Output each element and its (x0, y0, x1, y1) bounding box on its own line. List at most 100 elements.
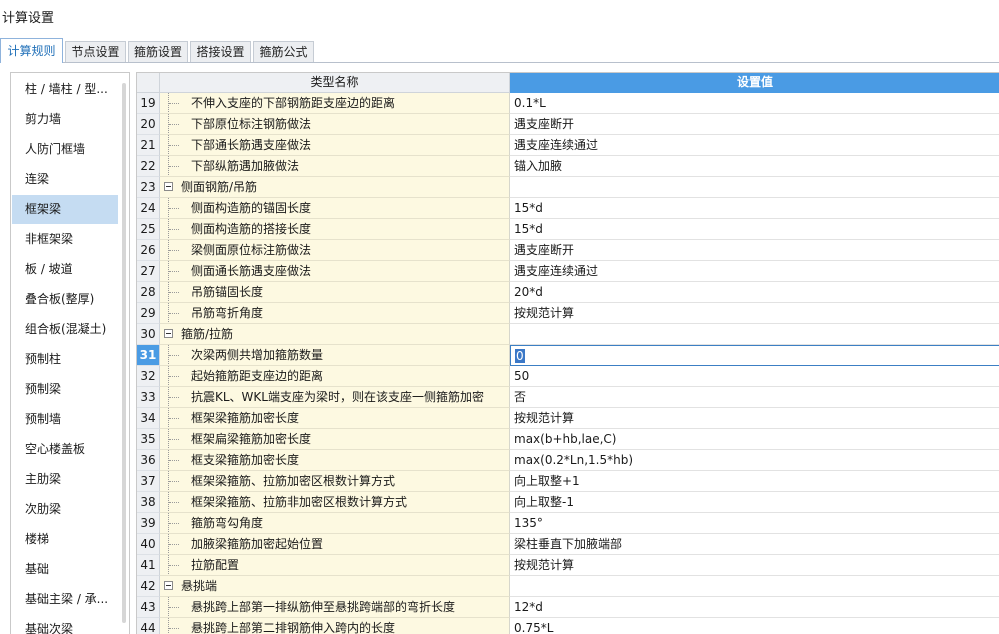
table-row[interactable]: 19 不伸入支座的下部钢筋距支座边的距离 0.1*L (137, 93, 999, 114)
table-row[interactable]: 26 梁侧面原位标注筋做法 遇支座断开 (137, 240, 999, 261)
nav-item-coupling-beam[interactable]: 连梁 (12, 165, 118, 194)
tab-calc-rules[interactable]: 计算规则 (0, 38, 63, 63)
row-setting-value[interactable]: 0.75*L (510, 618, 999, 634)
row-setting-value[interactable]: max(0.2*Ln,1.5*hb) (510, 450, 999, 471)
tree-line (168, 261, 179, 281)
row-setting-value[interactable]: 20*d (510, 282, 999, 303)
tab-lap-settings[interactable]: 搭接设置 (190, 41, 251, 62)
row-name-text: 侧面构造筋的锚固长度 (191, 201, 312, 215)
nav-item-slab-ramp[interactable]: 板 / 坡道 (12, 255, 118, 284)
tab-stirrup-formula[interactable]: 箍筋公式 (253, 41, 314, 62)
table-row[interactable]: 24 侧面构造筋的锚固长度 15*d (137, 198, 999, 219)
table-row[interactable]: 37 框架梁箍筋、拉筋加密区根数计算方式 向上取整+1 (137, 471, 999, 492)
row-name-text: 框架梁箍筋加密长度 (191, 411, 300, 425)
nav-item-precast-wall[interactable]: 预制墙 (12, 405, 118, 434)
row-setting-value[interactable]: 0.1*L (510, 93, 999, 114)
nav-item-column[interactable]: 柱 / 墙柱 / 型... (12, 75, 118, 104)
table-row[interactable]: 43 悬挑跨上部第一排纵筋伸至悬挑跨端部的弯折长度 12*d (137, 597, 999, 618)
nav-item-precast-column[interactable]: 预制柱 (12, 345, 118, 374)
table-row[interactable]: 22 下部纵筋遇加腋做法 锚入加腋 (137, 156, 999, 177)
collapse-icon[interactable] (164, 182, 173, 191)
component-type-list[interactable]: 柱 / 墙柱 / 型... 剪力墙 人防门框墙 连梁 框架梁 非框架梁 板 / … (10, 72, 130, 634)
row-setting-value[interactable]: 135° (510, 513, 999, 534)
table-row[interactable]: 28 吊筋锚固长度 20*d (137, 282, 999, 303)
table-row[interactable]: 41 拉筋配置 按规范计算 (137, 555, 999, 576)
row-setting-value[interactable]: 15*d (510, 219, 999, 240)
group-row[interactable]: 30 箍筋/拉筋 (137, 324, 999, 345)
list-scrollbar[interactable] (122, 83, 126, 623)
row-setting-value[interactable]: 12*d (510, 597, 999, 618)
group-row[interactable]: 42 悬挑端 (137, 576, 999, 597)
row-setting-value[interactable]: 梁柱垂直下加腋端部 (510, 534, 999, 555)
nav-item-frame-beam[interactable]: 框架梁 (12, 195, 118, 224)
table-row-selected[interactable]: 31 次梁两侧共增加箍筋数量 0 (137, 345, 999, 366)
row-number: 25 (137, 219, 160, 240)
row-name-text: 下部纵筋遇加腋做法 (191, 159, 300, 173)
row-setting-value[interactable]: 向上取整-1 (510, 492, 999, 513)
table-row[interactable]: 39 箍筋弯勾角度 135° (137, 513, 999, 534)
row-type-name: 吊筋锚固长度 (160, 282, 510, 303)
row-number: 42 (137, 576, 160, 597)
selected-value-text[interactable]: 0 (515, 349, 525, 363)
table-row[interactable]: 29 吊筋弯折角度 按规范计算 (137, 303, 999, 324)
row-setting-value[interactable]: 否 (510, 387, 999, 408)
row-number: 23 (137, 177, 160, 198)
nav-item-non-frame-beam[interactable]: 非框架梁 (12, 225, 118, 254)
table-row[interactable]: 40 加腋梁箍筋加密起始位置 梁柱垂直下加腋端部 (137, 534, 999, 555)
nav-item-stair[interactable]: 楼梯 (12, 525, 118, 554)
row-setting-value[interactable]: 15*d (510, 198, 999, 219)
nav-item-combined-slab[interactable]: 组合板(混凝土) (12, 315, 118, 344)
nav-item-shear-wall[interactable]: 剪力墙 (12, 105, 118, 134)
nav-item-main-rib-beam[interactable]: 主肋梁 (12, 465, 118, 494)
row-type-name: 下部纵筋遇加腋做法 (160, 156, 510, 177)
row-setting-value[interactable]: max(b+hb,lae,C) (510, 429, 999, 450)
row-type-name: 下部通长筋遇支座做法 (160, 135, 510, 156)
table-row[interactable]: 33 抗震KL、WKL端支座为梁时，则在该支座一侧箍筋加密 否 (137, 387, 999, 408)
row-setting-value[interactable]: 按规范计算 (510, 555, 999, 576)
nav-item-hollow-floor-slab[interactable]: 空心楼盖板 (12, 435, 118, 464)
row-type-name: 悬挑端 (160, 576, 510, 597)
tab-node-settings[interactable]: 节点设置 (65, 41, 126, 62)
nav-item-foundation[interactable]: 基础 (12, 555, 118, 584)
table-row[interactable]: 38 框架梁箍筋、拉筋非加密区根数计算方式 向上取整-1 (137, 492, 999, 513)
row-setting-value[interactable]: 遇支座断开 (510, 240, 999, 261)
row-setting-value[interactable]: 遇支座断开 (510, 114, 999, 135)
row-type-name: 加腋梁箍筋加密起始位置 (160, 534, 510, 555)
nav-item-foundation-main-beam[interactable]: 基础主梁 / 承... (12, 585, 118, 614)
nav-item-precast-beam[interactable]: 预制梁 (12, 375, 118, 404)
table-row[interactable]: 35 框架扁梁箍筋加密长度 max(b+hb,lae,C) (137, 429, 999, 450)
nav-item-secondary-rib-beam[interactable]: 次肋梁 (12, 495, 118, 524)
row-setting-value[interactable]: 按规范计算 (510, 408, 999, 429)
row-number: 30 (137, 324, 160, 345)
nav-item-civil-defense-door-wall[interactable]: 人防门框墙 (12, 135, 118, 164)
row-type-name: 侧面构造筋的搭接长度 (160, 219, 510, 240)
table-row[interactable]: 44 悬挑跨上部第二排钢筋伸入跨内的长度 0.75*L (137, 618, 999, 634)
tree-line (168, 240, 179, 260)
column-header-type-name[interactable]: 类型名称 (160, 73, 510, 93)
row-setting-value[interactable]: 遇支座连续通过 (510, 135, 999, 156)
table-row[interactable]: 34 框架梁箍筋加密长度 按规范计算 (137, 408, 999, 429)
column-header-setting-value[interactable]: 设置值 (510, 73, 999, 93)
table-row[interactable]: 27 侧面通长筋遇支座做法 遇支座连续通过 (137, 261, 999, 282)
tab-stirrup-settings[interactable]: 箍筋设置 (128, 41, 188, 62)
table-row[interactable]: 20 下部原位标注钢筋做法 遇支座断开 (137, 114, 999, 135)
nav-item-composite-slab[interactable]: 叠合板(整厚) (12, 285, 118, 314)
row-setting-value[interactable]: 锚入加腋 (510, 156, 999, 177)
tree-line (168, 198, 179, 218)
table-row[interactable]: 25 侧面构造筋的搭接长度 15*d (137, 219, 999, 240)
table-row[interactable]: 21 下部通长筋遇支座做法 遇支座连续通过 (137, 135, 999, 156)
row-setting-value[interactable]: 按规范计算 (510, 303, 999, 324)
row-name-text: 侧面构造筋的搭接长度 (191, 222, 312, 236)
row-setting-value-editor[interactable]: 0 (510, 345, 999, 366)
nav-item-foundation-secondary-beam[interactable]: 基础次梁 (12, 615, 118, 634)
row-setting-value[interactable]: 遇支座连续通过 (510, 261, 999, 282)
table-row[interactable]: 36 框支梁箍筋加密长度 max(0.2*Ln,1.5*hb) (137, 450, 999, 471)
row-setting-value[interactable]: 向上取整+1 (510, 471, 999, 492)
row-setting-value[interactable]: 50 (510, 366, 999, 387)
table-row[interactable]: 32 起始箍筋距支座边的距离 50 (137, 366, 999, 387)
row-type-name: 悬挑跨上部第二排钢筋伸入跨内的长度 (160, 618, 510, 634)
group-row[interactable]: 23 侧面钢筋/吊筋 (137, 177, 999, 198)
settings-grid[interactable]: 类型名称 设置值 19 不伸入支座的下部钢筋距支座边的距离 0.1*L 20 下… (136, 72, 999, 634)
collapse-icon[interactable] (164, 581, 173, 590)
collapse-icon[interactable] (164, 329, 173, 338)
